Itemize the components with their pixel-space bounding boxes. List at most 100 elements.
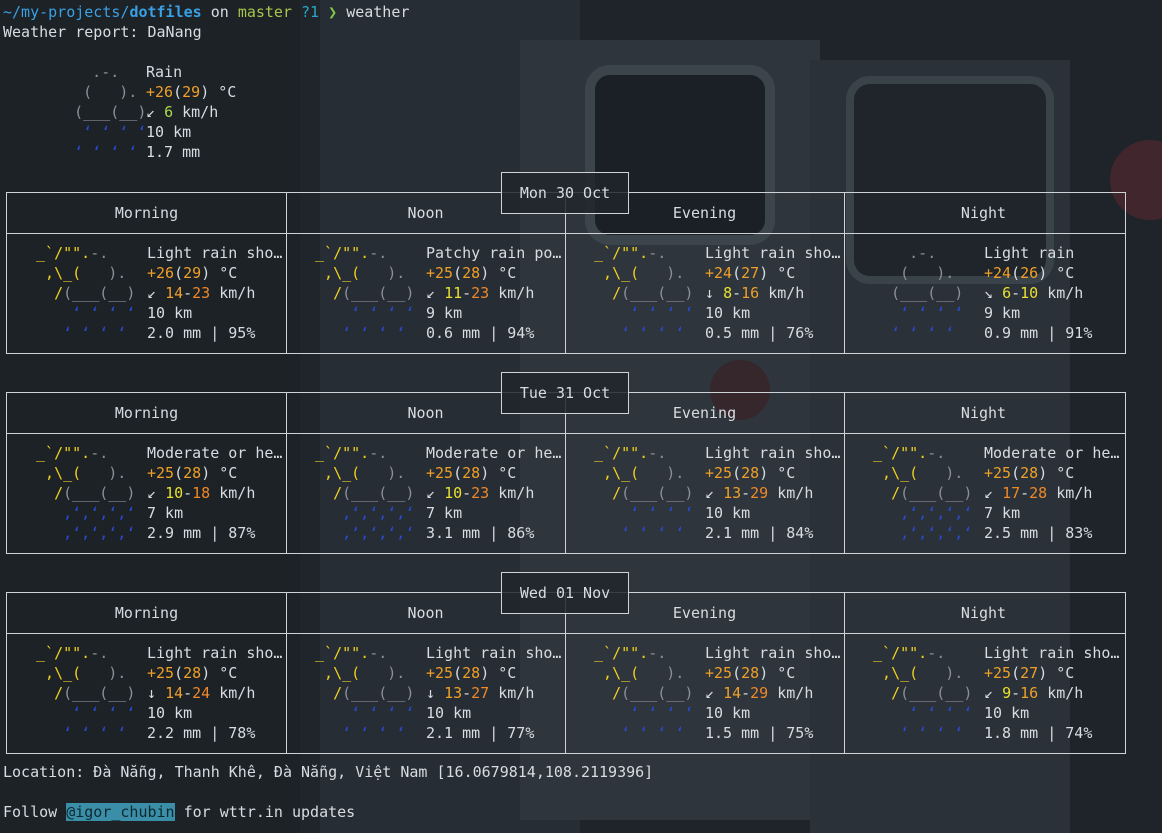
slot-temp: +25: [984, 464, 1012, 482]
slot-visibility: 7 km: [984, 504, 1021, 522]
period-title: Night: [960, 204, 1007, 222]
slot-visibility: 10 km: [984, 704, 1030, 722]
slot-condition: Moderate or he…: [147, 444, 283, 462]
period-title: Morning: [114, 204, 179, 222]
weather-art-icon: _`/"".-. ,\_( ). /(___(__) ʻ ʻ ʻ ʻ ʻ ʻ ʻ…: [585, 244, 694, 342]
slot-wind-min: 13: [723, 484, 742, 502]
slot-wind-min: 17: [1002, 484, 1021, 502]
slot-rain: 2.1 mm | 77%: [426, 724, 535, 742]
slot-visibility: 10 km: [705, 704, 751, 722]
slot-rain: 2.9 mm | 87%: [147, 524, 256, 542]
wind-direction-icon: ↓: [426, 684, 436, 702]
report-title: Weather report: DaNang: [3, 23, 202, 41]
wind-direction-icon: ↙: [147, 284, 157, 302]
forecast-slot-info: Patchy rain po… +25(28) °C ↙ 11-23 km/h …: [426, 244, 562, 342]
slot-feels: 28: [741, 664, 760, 682]
slot-temp: +24: [705, 264, 733, 282]
slot-rain: 0.9 mm | 91%: [984, 324, 1093, 342]
slot-wind-min: 14: [165, 684, 184, 702]
slot-condition: Patchy rain po…: [426, 244, 562, 262]
weather-art-icon: _`/"".-. ,\_( ). /(___(__) ʻ ʻ ʻ ʻ ʻ ʻ ʻ…: [27, 644, 136, 742]
slot-temp: +25: [147, 464, 175, 482]
terminal[interactable]: ~/my-projects/dotfiles on master ?1 ❯ we…: [0, 0, 1162, 833]
slot-feels: 28: [462, 264, 481, 282]
forecast-day-table: Morning Noon Evening Night _`/"".-. ,\_( ).…: [6, 192, 1126, 354]
forecast-slot-info: Light rain sho… +25(28) °C ↓ 13-27 km/h …: [426, 644, 562, 742]
follow-prefix: Follow: [3, 803, 67, 821]
slot-wind-max: 10: [1020, 284, 1039, 302]
follow-suffix: for wttr.in updates: [174, 803, 356, 821]
slot-rain: 2.5 mm | 83%: [984, 524, 1093, 542]
slot-wind-min: 9: [1002, 684, 1012, 702]
slot-feels: 27: [1020, 664, 1039, 682]
weather-art-icon: _`/"".-. ,\_( ). /(___(__) ʻ ʻ ʻ ʻ ʻ ʻ ʻ…: [306, 244, 415, 342]
forecast-slot-info: Light rain sho… +25(28) °C ↙ 13-29 km/h …: [705, 444, 841, 542]
slot-condition: Light rain sho…: [147, 644, 283, 662]
current-temp: +26: [146, 83, 174, 101]
period-title: Morning: [114, 604, 179, 622]
slot-feels: 28: [741, 464, 760, 482]
slot-wind-max: 23: [471, 284, 490, 302]
current-feels: 29: [182, 83, 201, 101]
slot-visibility: 10 km: [705, 304, 751, 322]
wind-direction-icon: ↓: [147, 684, 157, 702]
prompt-path-dir: dotfiles: [129, 3, 202, 21]
slot-temp: +25: [147, 664, 175, 682]
forecast-slot-info: Light rain +24(26) °C ↘ 6-10 km/h 9 km 0…: [984, 244, 1093, 342]
forecast-slot-info: Light rain sho… +26(29) °C ↙ 14-23 km/h …: [147, 244, 283, 342]
weather-art-icon: .-. ( ). (___(__) ʻ ʻ ʻ ʻ ʻ ʻ ʻ ʻ: [864, 244, 964, 342]
prompt-arrow-icon: ❯: [328, 3, 338, 21]
wind-direction-icon: ↙: [426, 484, 436, 502]
forecast-slot-info: Light rain sho… +25(28) °C ↙ 14-29 km/h …: [705, 644, 841, 742]
day-label-box: Mon 30 Oct: [501, 172, 629, 214]
current-condition: Rain: [146, 63, 183, 81]
slot-temp: +25: [705, 664, 733, 682]
slot-condition: Moderate or he…: [984, 444, 1120, 462]
current-temp-unit: °C: [209, 83, 237, 101]
slot-rain: 1.8 mm | 74%: [984, 724, 1093, 742]
slot-visibility: 7 km: [426, 504, 463, 522]
slot-condition: Moderate or he…: [426, 444, 562, 462]
slot-wind-max: 16: [741, 284, 760, 302]
slot-temp: +25: [984, 664, 1012, 682]
slot-wind-min: 14: [723, 684, 742, 702]
slot-wind-max: 23: [471, 484, 490, 502]
slot-condition: Light rain sho…: [426, 644, 562, 662]
slot-condition: Light rain sho…: [705, 444, 841, 462]
slot-visibility: 10 km: [147, 704, 193, 722]
slot-wind-min: 10: [444, 484, 463, 502]
slot-visibility: 10 km: [426, 704, 472, 722]
forecast-slot-info: Light rain sho… +24(27) °C ↓ 8-16 km/h 1…: [705, 244, 841, 342]
slot-feels: 28: [462, 464, 481, 482]
forecast-day-table: Morning Noon Evening Night _`/"".-. ,\_( ).…: [6, 592, 1126, 754]
slot-wind-max: 29: [750, 484, 769, 502]
slot-visibility: 10 km: [705, 504, 751, 522]
slot-temp: +25: [705, 464, 733, 482]
slot-wind-min: 13: [444, 684, 463, 702]
slot-temp: +26: [147, 264, 175, 282]
twitter-handle-link[interactable]: @igor_chubin: [66, 803, 175, 821]
slot-rain: 2.0 mm | 95%: [147, 324, 256, 342]
slot-rain: 2.1 mm | 84%: [705, 524, 814, 542]
current-visibility: 10 km: [146, 123, 192, 141]
slot-wind-max: 29: [750, 684, 769, 702]
slot-feels: 28: [462, 664, 481, 682]
slot-temp: +25: [426, 264, 454, 282]
forecast-slot-info: Light rain sho… +25(27) °C ↙ 9-16 km/h 1…: [984, 644, 1120, 742]
slot-wind-min: 8: [723, 284, 733, 302]
weather-art-icon: _`/"".-. ,\_( ). /(___(__) ʻ ʻ ʻ ʻ ʻ ʻ ʻ…: [27, 244, 136, 342]
slot-condition: Light rain sho…: [705, 244, 841, 262]
slot-condition: Light rain sho…: [147, 244, 283, 262]
wind-direction-icon: ↙: [705, 684, 715, 702]
current-weather-info: Rain +26(29) °C ↙ 6 km/h 10 km 1.7 mm: [146, 63, 237, 161]
slot-temp: +25: [426, 464, 454, 482]
git-status: ?1: [301, 3, 320, 21]
slot-wind-min: 10: [165, 484, 184, 502]
slot-wind-max: 28: [1029, 484, 1048, 502]
slot-rain: 3.1 mm | 86%: [426, 524, 535, 542]
prompt-on-word: on: [210, 3, 229, 21]
slot-feels: 28: [1020, 464, 1039, 482]
command-text: weather: [346, 3, 410, 21]
slot-wind-min: 11: [444, 284, 463, 302]
slot-feels: 27: [741, 264, 760, 282]
